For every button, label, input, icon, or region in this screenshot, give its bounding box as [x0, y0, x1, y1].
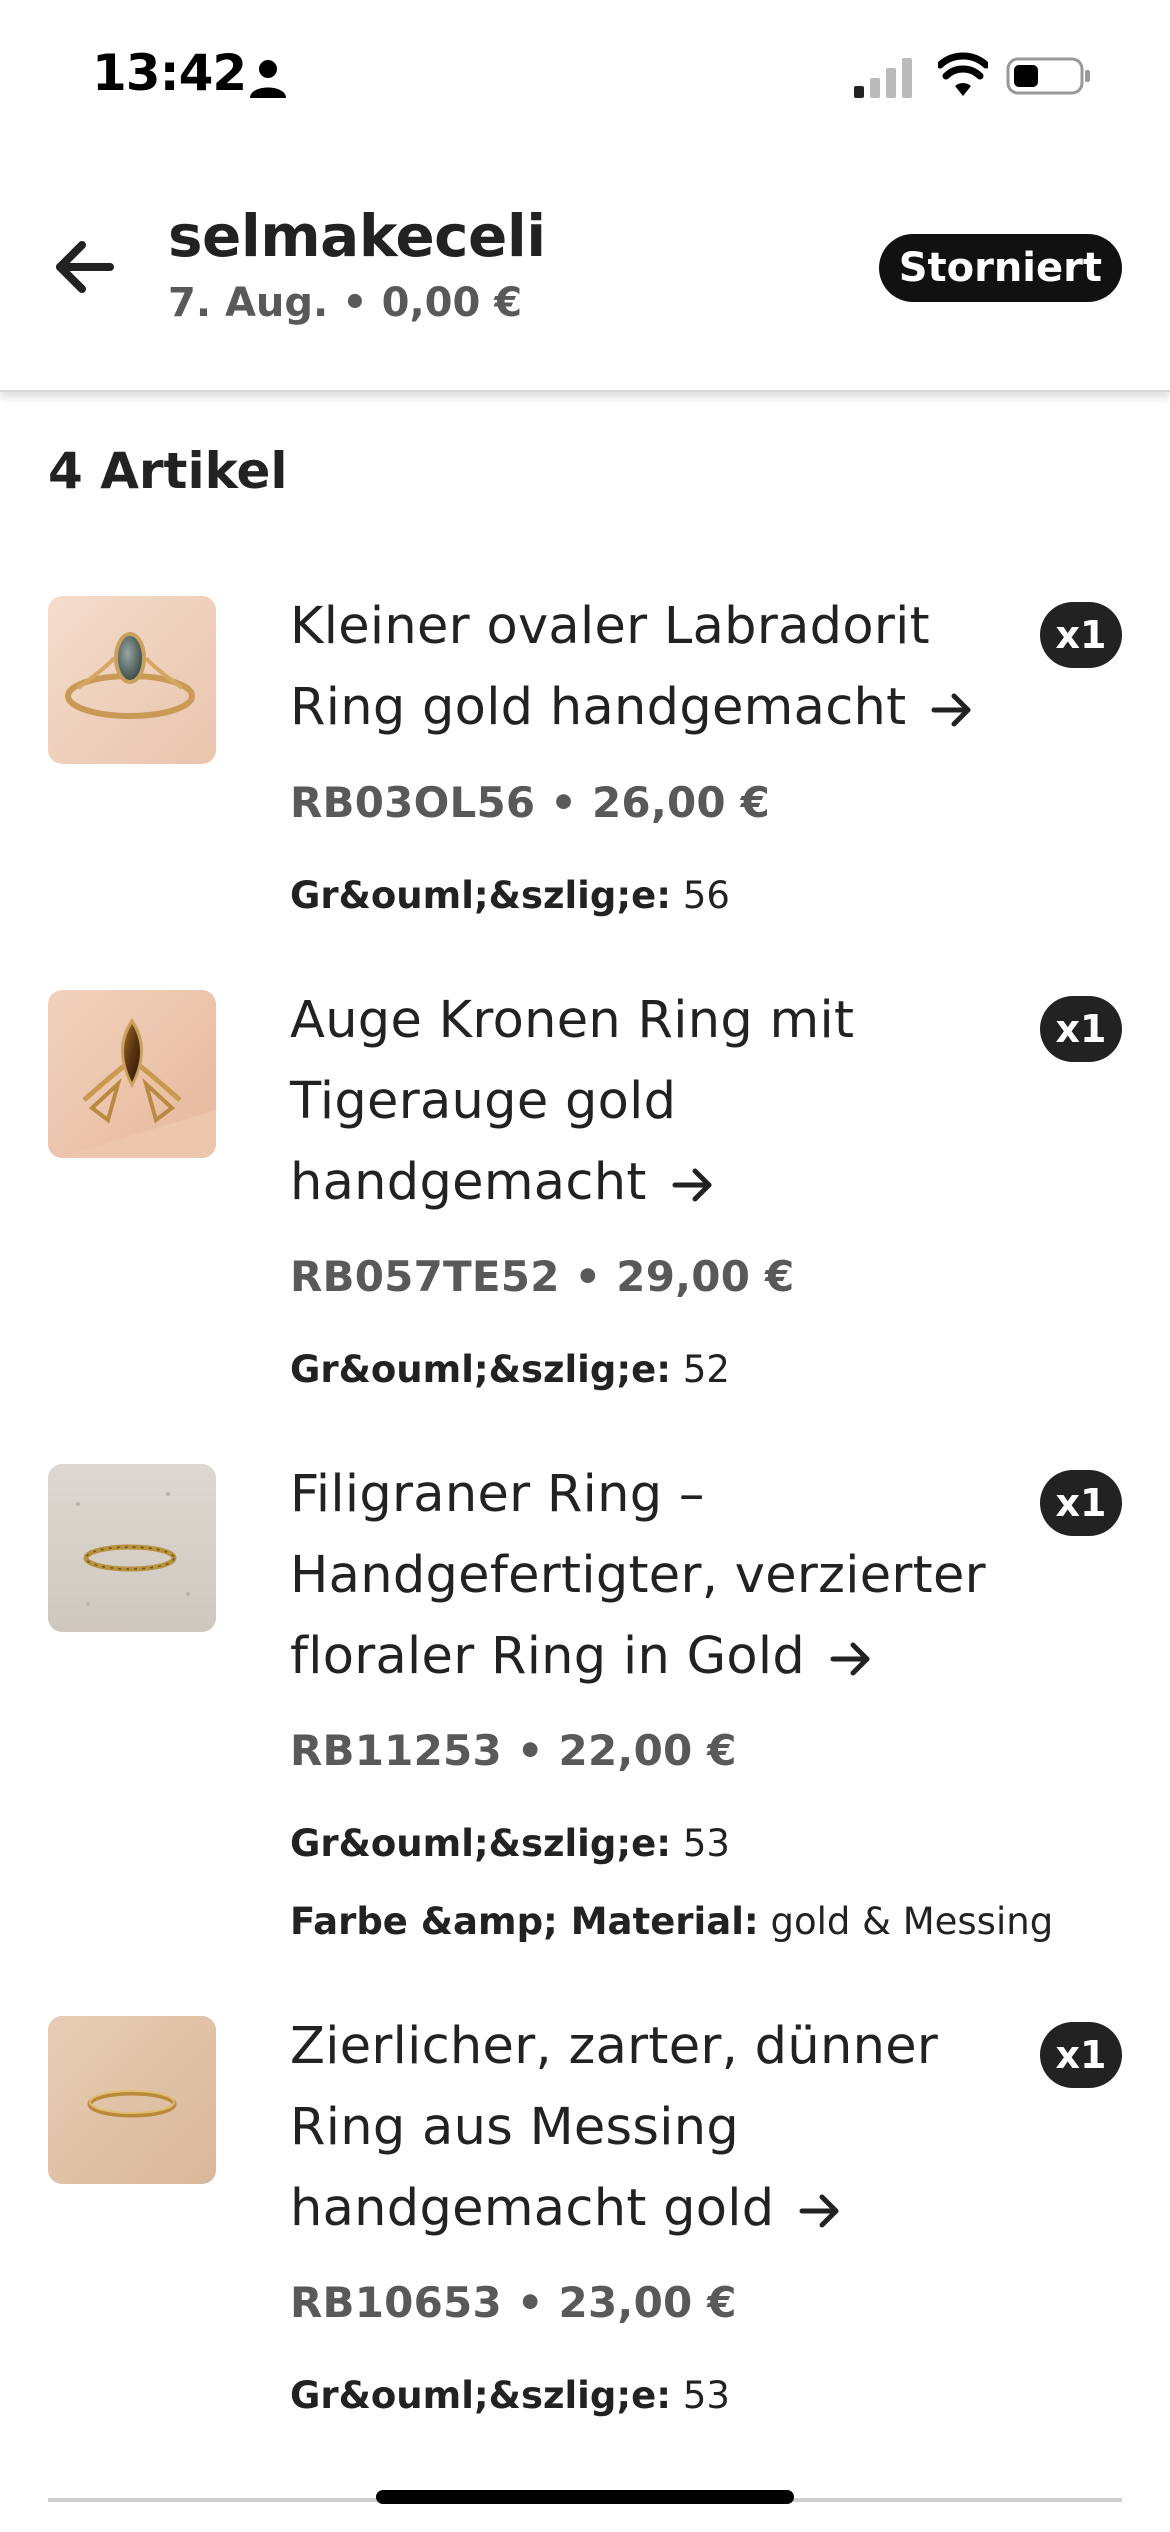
- item-attribute: Gr&ouml;&szlig;e: 53: [290, 1822, 730, 1865]
- attribute-label: Gr&ouml;&szlig;e:: [290, 1348, 672, 1391]
- battery-icon: [1006, 57, 1090, 95]
- person-icon: [250, 60, 286, 98]
- cellular-signal-icon: [854, 58, 912, 98]
- order-date-total: 7. Aug. • 0,00 €: [168, 280, 523, 326]
- quantity-badge: x1: [1040, 1470, 1122, 1536]
- attribute-label: Farbe &amp; Material:: [290, 1900, 759, 1943]
- quantity-badge: x1: [1040, 602, 1122, 668]
- arrow-right-icon[interactable]: [671, 1165, 715, 1205]
- attribute-value: gold & Messing: [770, 1900, 1054, 1943]
- item-title[interactable]: Auge Kronen Ring mit Tigerauge gold hand…: [290, 980, 1040, 1223]
- arrow-right-icon[interactable]: [829, 1639, 873, 1679]
- attribute-value: 56: [682, 874, 730, 917]
- items-count: 4 Artikel: [48, 442, 288, 500]
- order-header: selmakeceli 7. Aug. • 0,00 € Storniert: [0, 150, 1170, 392]
- item-sku-price: RB057TE52 • 29,00 €: [290, 1252, 795, 1301]
- item-title[interactable]: Kleiner ovaler Labradorit Ring gold hand…: [290, 586, 1040, 748]
- item-title[interactable]: Zierlicher, zarter, dünner Ring aus Mess…: [290, 2006, 1040, 2249]
- quantity-badge: x1: [1040, 2022, 1122, 2088]
- quantity-badge: x1: [1040, 996, 1122, 1062]
- arrow-left-icon[interactable]: [50, 234, 116, 300]
- item-sku-price: RB10653 • 23,00 €: [290, 2278, 737, 2327]
- item-sku-price: RB11253 • 22,00 €: [290, 1726, 737, 1775]
- product-thumbnail[interactable]: [48, 596, 216, 764]
- arrow-right-icon[interactable]: [798, 2191, 842, 2231]
- attribute-value: 53: [682, 2374, 730, 2417]
- product-thumbnail[interactable]: [48, 1464, 216, 1632]
- attribute-label: Gr&ouml;&szlig;e:: [290, 1822, 672, 1865]
- item-attribute: Gr&ouml;&szlig;e: 52: [290, 1348, 730, 1391]
- home-indicator[interactable]: [376, 2490, 794, 2504]
- status-badge: Storniert: [878, 234, 1122, 302]
- attribute-label: Gr&ouml;&szlig;e:: [290, 2374, 672, 2417]
- item-sku-price: RB03OL56 • 26,00 €: [290, 778, 771, 827]
- item-attribute: Gr&ouml;&szlig;e: 56: [290, 874, 730, 917]
- item-attribute: Gr&ouml;&szlig;e: 53: [290, 2374, 730, 2417]
- status-time: 13:42: [92, 44, 247, 102]
- attribute-value: 52: [682, 1348, 730, 1391]
- attribute-label: Gr&ouml;&szlig;e:: [290, 874, 672, 917]
- wifi-icon: [938, 52, 988, 96]
- product-thumbnail[interactable]: [48, 2016, 216, 2184]
- item-attribute: Farbe &amp; Material: gold & Messing: [290, 1900, 1053, 1943]
- shop-name[interactable]: selmakeceli: [168, 202, 546, 270]
- arrow-right-icon[interactable]: [930, 690, 974, 730]
- attribute-value: 53: [682, 1822, 730, 1865]
- status-bar: 13:42: [0, 0, 1170, 150]
- product-thumbnail[interactable]: [48, 990, 216, 1158]
- item-title[interactable]: Filigraner Ring – Handgefertigter, verzi…: [290, 1454, 1040, 1697]
